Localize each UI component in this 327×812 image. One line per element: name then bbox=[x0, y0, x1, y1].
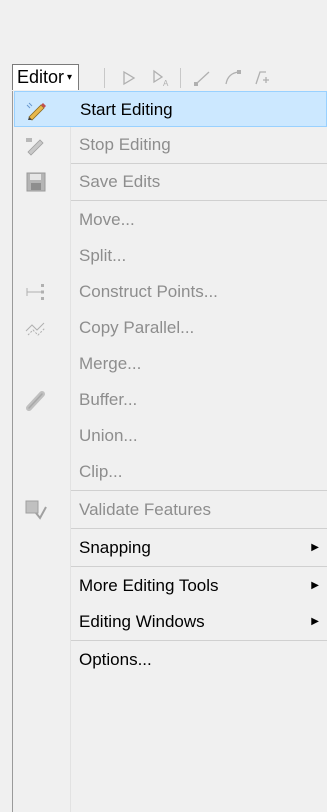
menu-item-label: Merge... bbox=[79, 354, 142, 373]
menu-item-merge[interactable]: Merge... bbox=[14, 346, 327, 382]
menu-item-label: Editing Windows bbox=[79, 612, 205, 631]
menu-item-split[interactable]: Split... bbox=[14, 238, 327, 274]
menu-item-label: Start Editing bbox=[80, 100, 173, 119]
save-disk-icon bbox=[26, 172, 46, 192]
pencil-edit-icon bbox=[26, 102, 46, 121]
menu-item-label: Snapping bbox=[79, 538, 151, 557]
menu-item-start-editing[interactable]: Start Editing bbox=[14, 91, 327, 127]
menu-item-snapping[interactable]: Snapping ▶ bbox=[14, 530, 327, 566]
menu-item-move[interactable]: Move... bbox=[14, 202, 327, 238]
menu-item-label: Move... bbox=[79, 210, 135, 229]
menu-item-buffer[interactable]: Buffer... bbox=[14, 382, 327, 418]
editor-toolbar: Editor ▾ A bbox=[0, 62, 327, 92]
editor-menu-label: Editor bbox=[17, 67, 65, 87]
menu-item-label: More Editing Tools bbox=[79, 576, 219, 595]
straight-segment-icon[interactable] bbox=[192, 68, 214, 88]
submenu-arrow-icon: ▶ bbox=[311, 542, 319, 553]
menu-item-construct-points[interactable]: Construct Points... bbox=[14, 274, 327, 310]
menu-item-stop-editing[interactable]: Stop Editing bbox=[14, 127, 327, 163]
menu-item-label: Validate Features bbox=[79, 500, 211, 519]
menu-item-label: Options... bbox=[79, 650, 152, 669]
menu-item-copy-parallel[interactable]: Copy Parallel... bbox=[14, 310, 327, 346]
submenu-arrow-icon: ▶ bbox=[311, 616, 319, 627]
menu-separator bbox=[71, 566, 327, 567]
menu-item-label: Save Edits bbox=[79, 172, 161, 191]
pencil-stop-icon bbox=[26, 138, 44, 156]
construct-points-icon bbox=[26, 284, 44, 300]
menu-item-label: Copy Parallel... bbox=[79, 318, 195, 337]
menu-item-label: Construct Points... bbox=[79, 282, 218, 301]
menu-item-label: Buffer... bbox=[79, 390, 138, 409]
menu-item-save-edits[interactable]: Save Edits bbox=[14, 164, 327, 200]
window-top-area bbox=[0, 0, 327, 62]
menu-separator bbox=[71, 528, 327, 529]
trace-tool-icon[interactable] bbox=[252, 68, 274, 88]
edit-annotation-tool-icon[interactable]: A bbox=[150, 68, 172, 88]
menu-item-validate-features[interactable]: Validate Features bbox=[14, 492, 327, 528]
menu-separator bbox=[71, 200, 327, 201]
curve-segment-icon[interactable] bbox=[222, 68, 244, 88]
menu-item-editing-windows[interactable]: Editing Windows ▶ bbox=[14, 604, 327, 640]
menu-item-clip[interactable]: Clip... bbox=[14, 454, 327, 490]
buffer-icon bbox=[26, 391, 45, 411]
menu-item-label: Clip... bbox=[79, 462, 123, 481]
menu-item-more-editing-tools[interactable]: More Editing Tools ▶ bbox=[14, 568, 327, 604]
menu-item-label: Stop Editing bbox=[79, 135, 171, 154]
menu-item-label: Union... bbox=[79, 426, 138, 445]
menu-item-union[interactable]: Union... bbox=[14, 418, 327, 454]
svg-text:A: A bbox=[163, 79, 169, 88]
editor-dropdown-menu: Start Editing Stop Editing Save Edits Mo… bbox=[12, 91, 327, 812]
editor-menu-button[interactable]: Editor ▾ bbox=[12, 64, 80, 90]
dropdown-caret-icon: ▾ bbox=[67, 72, 73, 83]
menu-item-options[interactable]: Options... bbox=[14, 642, 327, 678]
menu-item-label: Split... bbox=[79, 246, 127, 265]
menu-separator bbox=[71, 490, 327, 491]
edit-tool-icon[interactable] bbox=[118, 68, 140, 88]
toolbar-separator bbox=[180, 68, 181, 88]
validate-features-icon bbox=[25, 500, 47, 520]
submenu-arrow-icon: ▶ bbox=[311, 580, 319, 591]
copy-parallel-icon bbox=[25, 322, 46, 336]
menu-separator bbox=[71, 640, 327, 641]
toolbar-separator bbox=[104, 68, 105, 88]
